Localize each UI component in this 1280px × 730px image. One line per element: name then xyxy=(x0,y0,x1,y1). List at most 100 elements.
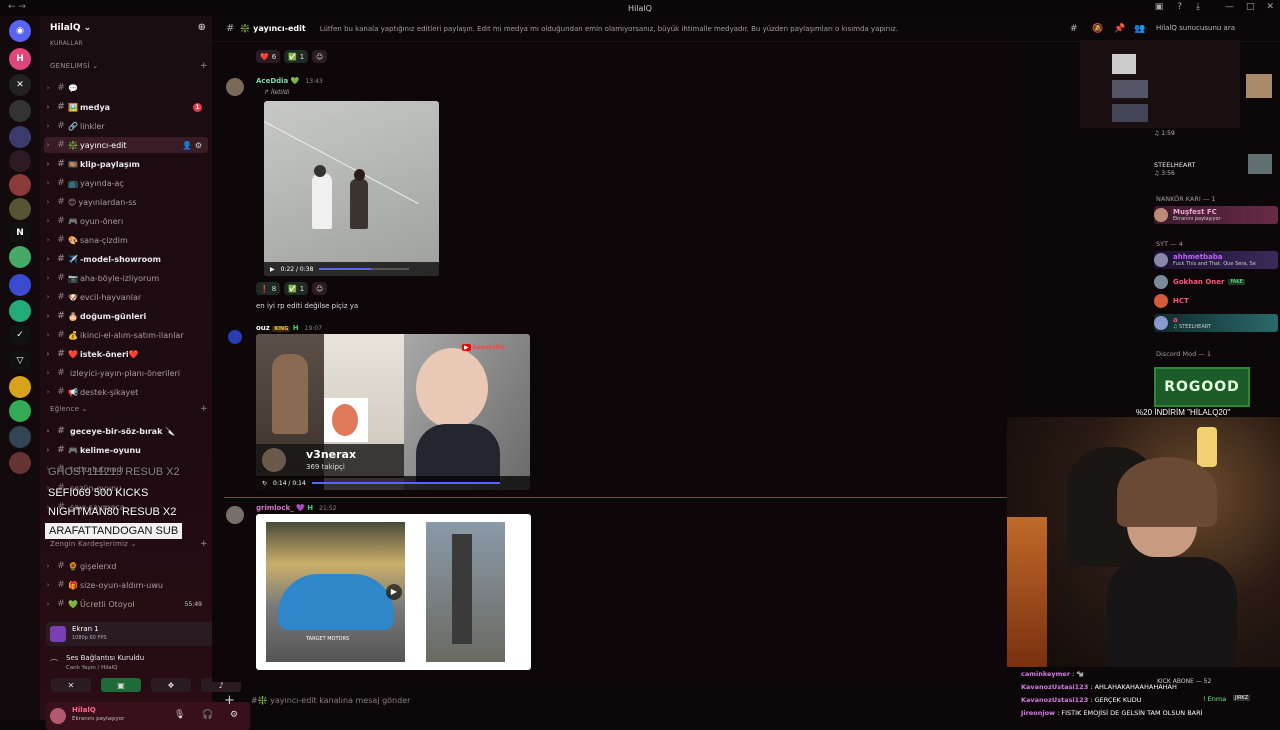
channel-item[interactable]: › # 🎞️ klip-paylaşım xyxy=(44,156,208,172)
channel-item[interactable]: › # geceye-bir-söz-bırak 🔪 xyxy=(44,423,208,439)
channel-item[interactable]: › # 🔗 linkler xyxy=(44,118,208,134)
server-icon[interactable] xyxy=(9,198,31,220)
member-item[interactable]: ahhmetbaba Fuck This and That. Que Sera, … xyxy=(1154,251,1278,269)
reaction-check[interactable]: ✅ 1 xyxy=(284,50,309,63)
channel-partial[interactable]: KURALLAR xyxy=(50,40,83,47)
headphones-icon[interactable]: 🎧 xyxy=(202,710,213,720)
thumbnail[interactable] xyxy=(1246,74,1272,98)
channel-item[interactable]: › # 🎮 kelime-oyunu xyxy=(44,442,208,458)
members-icon[interactable]: 👥 xyxy=(1134,24,1145,34)
server-icon[interactable] xyxy=(9,452,31,474)
sponsor-banner[interactable]: ROGOOD xyxy=(1154,367,1250,407)
inbox-icon[interactable]: ▣ xyxy=(1155,2,1164,12)
channel-item[interactable]: › # 🌻 gişelerxd xyxy=(44,558,208,574)
screen-share-button[interactable]: ▣ xyxy=(101,678,141,692)
reaction-check[interactable]: ✅ 1 xyxy=(284,282,309,295)
pin-icon[interactable]: 📌 xyxy=(1114,24,1125,34)
channel-item[interactable]: › # ❇️ yayıncı-edit 👤 ⚙ xyxy=(44,137,208,153)
server-icon[interactable] xyxy=(9,274,31,296)
add-reaction-icon[interactable]: ☺ xyxy=(312,282,328,295)
server-icon[interactable] xyxy=(9,300,31,322)
channel-settings-icon[interactable]: 👤 ⚙ xyxy=(182,141,202,150)
member-item[interactable]: a ♫ STEELHEART xyxy=(1154,314,1278,332)
channel-item[interactable]: › # 💰 ikinci-el-alım-satım-ilanlar xyxy=(44,327,208,343)
add-reaction-icon[interactable]: ☺ xyxy=(312,50,328,63)
reaction-heart[interactable]: ❤️ 6 xyxy=(256,50,281,63)
avatar[interactable] xyxy=(228,330,242,344)
server-icon[interactable]: ✓ xyxy=(9,324,31,346)
reaction-exclaim[interactable]: ❗ 8 xyxy=(256,282,281,295)
server-icon[interactable] xyxy=(9,150,31,172)
person-body xyxy=(1107,557,1237,667)
message-author[interactable]: ouz KING H 19:07 xyxy=(256,324,322,332)
replay-icon[interactable]: ↻ xyxy=(262,480,267,487)
channel-topic[interactable]: Lütfen bu kanala yaptığınız editleri pay… xyxy=(320,25,898,33)
channel-item[interactable]: › # ❤️ istek-öneri❤️ xyxy=(44,346,208,362)
play-icon[interactable]: ▶ xyxy=(386,584,402,600)
channel-item[interactable]: › # izleyici-yayın-planı-önerileri xyxy=(44,365,208,381)
member-item[interactable]: Gokhan Oner FAKE xyxy=(1154,273,1278,291)
server-icon[interactable]: N xyxy=(9,222,31,244)
channel-item[interactable]: › # ✈️ -model-showroom xyxy=(44,251,208,267)
server-icon[interactable]: ✕ xyxy=(9,74,31,96)
channel-item[interactable]: › # 🖼️ medya 1 xyxy=(44,99,208,115)
channel-item[interactable]: › # 📷 aha-böyle-izliyorum xyxy=(44,270,208,286)
video-player[interactable]: ▶ 0:22 / 0:38 xyxy=(264,101,439,276)
channel-item[interactable]: › # 📺 yayında-aç xyxy=(44,175,208,191)
message-author[interactable]: AceDdia 💚 13:43 xyxy=(256,77,323,85)
channel-item[interactable]: › # 😊 yayınlardan-ss xyxy=(44,194,208,210)
image-attachment[interactable]: TARGET MOTORS ▶ xyxy=(256,514,531,670)
category-genel[interactable]: GENELIMSİ ⌄ + xyxy=(50,61,208,71)
message-author[interactable]: grimlock_ 💜 H 21:52 xyxy=(256,504,336,512)
channel-item[interactable]: › # 🎂 doğum-günleri xyxy=(44,308,208,324)
channel-item[interactable]: › # 💬 xyxy=(44,80,208,96)
category-zengin[interactable]: Zengin Kardeşlerimiz ⌄ + xyxy=(50,539,208,549)
member-item[interactable]: HCT xyxy=(1154,292,1278,310)
add-attachment-icon[interactable]: + xyxy=(224,693,235,708)
member-item[interactable]: Muşfest FC Ekranını paylaşıyor xyxy=(1154,206,1278,224)
guild-header[interactable]: HilalQ ⌄ ⊕ xyxy=(40,16,212,40)
close-button[interactable]: ✕ xyxy=(1266,2,1274,12)
server-icon[interactable]: ▽ xyxy=(9,350,31,372)
minimize-button[interactable]: — xyxy=(1225,2,1234,12)
channel-item[interactable]: › # 🐶 evcil-hayvanlar xyxy=(44,289,208,305)
help-icon[interactable]: ? xyxy=(1177,2,1182,12)
server-icon[interactable] xyxy=(9,246,31,268)
gear-icon[interactable]: ⚙ xyxy=(230,710,238,720)
video-progress[interactable] xyxy=(311,482,500,484)
video-progress[interactable] xyxy=(319,268,409,270)
add-channel-icon[interactable]: + xyxy=(200,61,208,71)
message-composer[interactable]: + #❇️ yayıncı-edit kanalına mesaj gönder xyxy=(224,690,1004,710)
invite-icon[interactable]: ⊕ xyxy=(198,22,206,33)
channel-item[interactable]: › # 🎨 sana-çizdim xyxy=(44,232,208,248)
server-icon[interactable] xyxy=(9,174,31,196)
server-icon[interactable] xyxy=(9,426,31,448)
channel-item[interactable]: › # 📢 destek-şikayet xyxy=(44,384,208,400)
channel-item[interactable]: › # 🎁 size-oyun-aldım-uwu xyxy=(44,577,208,593)
add-channel-icon[interactable]: + xyxy=(200,539,208,549)
download-icon[interactable]: ⤓ xyxy=(1196,2,1200,12)
activity-button[interactable]: ❖ xyxy=(151,678,191,692)
category-eglence[interactable]: Eğlence ⌄ + xyxy=(50,404,208,414)
channel-item[interactable]: › # 💚 Ücretli Otoyol 55:49 xyxy=(44,596,208,612)
video-player[interactable]: ▶ kasotalks v3nerax 369 takipçi ↻ 0:14 /… xyxy=(256,334,530,490)
search-input[interactable]: HilalQ sunucusunu ara xyxy=(1152,19,1272,37)
add-channel-icon[interactable]: + xyxy=(200,404,208,414)
avatar[interactable] xyxy=(50,708,66,724)
server-icon[interactable] xyxy=(9,126,31,148)
avatar[interactable] xyxy=(226,506,244,524)
dm-home-icon[interactable]: ◉ xyxy=(9,20,31,42)
mute-icon[interactable]: 🎙 xyxy=(174,710,185,720)
server-icon[interactable]: H xyxy=(9,48,31,70)
threads-icon[interactable]: # xyxy=(1070,24,1078,34)
play-icon[interactable]: ▶ xyxy=(270,266,275,273)
nav-arrows[interactable]: ← → xyxy=(8,2,26,12)
channel-item[interactable]: › # 🎮 oyun-önerı xyxy=(44,213,208,229)
maximize-button[interactable]: □ xyxy=(1246,2,1255,12)
server-icon[interactable] xyxy=(9,400,31,422)
server-icon[interactable] xyxy=(9,376,31,398)
avatar[interactable] xyxy=(226,78,244,96)
camera-button[interactable]: ✕ xyxy=(51,678,91,692)
server-icon[interactable] xyxy=(9,100,31,122)
bell-icon[interactable]: 🔕 xyxy=(1092,24,1103,34)
